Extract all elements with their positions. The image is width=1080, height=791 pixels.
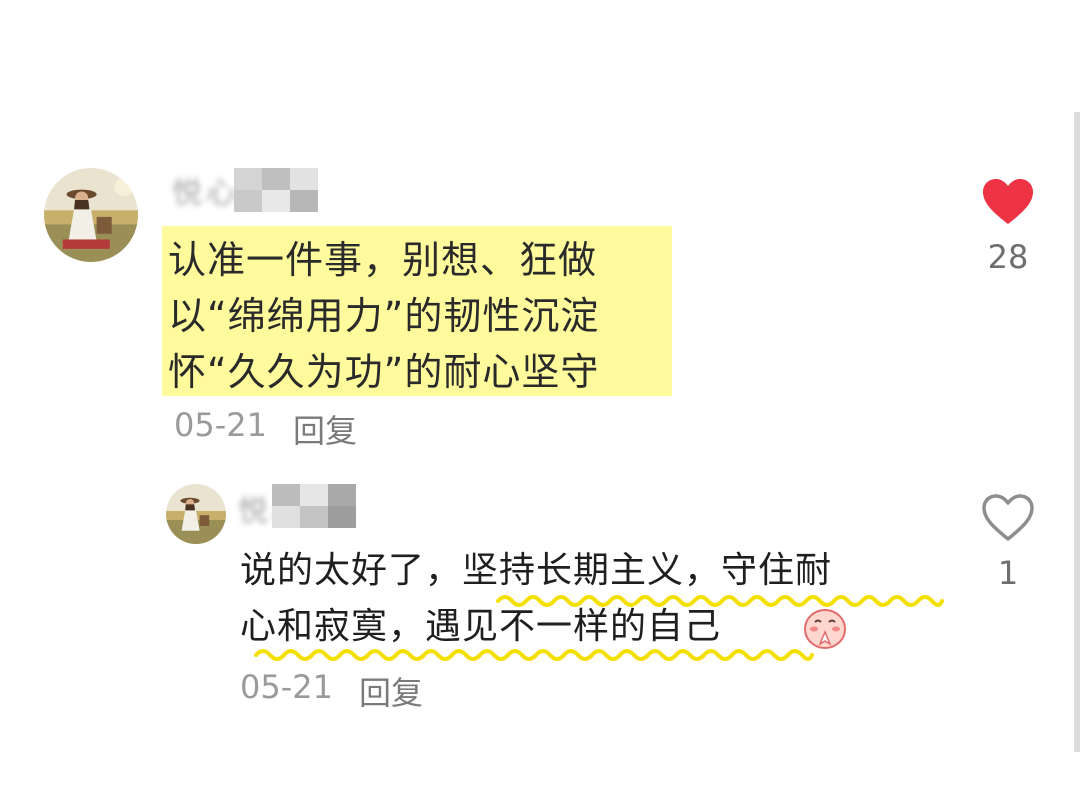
comment-text-line: 怀“久久为功”的耐心坚守	[168, 350, 600, 394]
comment-text-line: 以“绵绵用力”的韧性沉淀	[168, 294, 600, 338]
avatar-image-icon	[166, 484, 226, 544]
heart-filled-icon[interactable]	[981, 178, 1035, 226]
username-mosaic	[272, 484, 356, 528]
username-mosaic	[234, 168, 318, 212]
avatar-image-icon	[44, 168, 138, 262]
commenter-avatar[interactable]	[44, 168, 138, 262]
like-count: 1	[997, 554, 1019, 592]
screen-edge	[1074, 112, 1080, 752]
reply-meta: 05-21 回复	[240, 668, 423, 714]
reply-button[interactable]: 回复	[293, 406, 357, 452]
comment-date: 05-21	[174, 406, 267, 444]
like-count: 28	[987, 238, 1029, 276]
reply-text-line: 说的太好了，坚持长期主义，守住耐	[240, 550, 833, 591]
reply-date: 05-21	[240, 668, 333, 706]
replier-avatar[interactable]	[166, 484, 226, 544]
reply-text-line: 心和寂寞，遇见不一样的自己	[240, 606, 722, 647]
comment-meta: 05-21 回复	[174, 406, 357, 452]
comment-text-line: 认准一件事，别想、狂做	[168, 238, 598, 282]
heart-outline-icon[interactable]	[981, 494, 1035, 542]
reply-like[interactable]: 1	[973, 494, 1043, 592]
blushing-praying-emoji-icon	[804, 609, 846, 649]
comment-like[interactable]: 28	[973, 178, 1043, 276]
reply-button[interactable]: 回复	[359, 668, 423, 714]
